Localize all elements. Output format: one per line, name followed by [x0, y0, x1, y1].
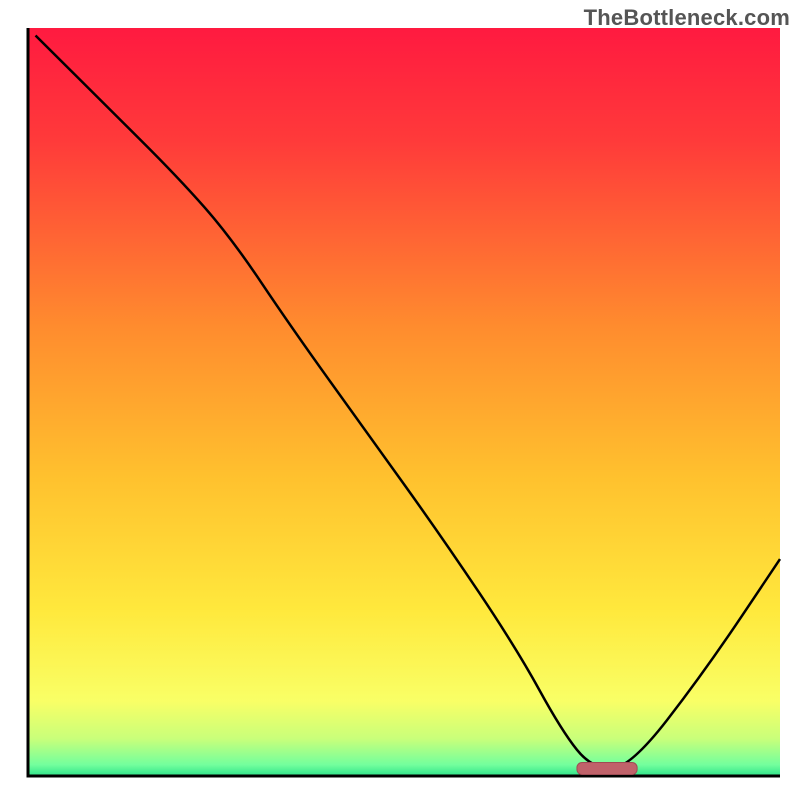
optimal-marker: [577, 763, 637, 775]
watermark-text: TheBottleneck.com: [584, 5, 790, 31]
bottleneck-chart: TheBottleneck.com: [0, 0, 800, 800]
plot-svg: [0, 0, 800, 800]
